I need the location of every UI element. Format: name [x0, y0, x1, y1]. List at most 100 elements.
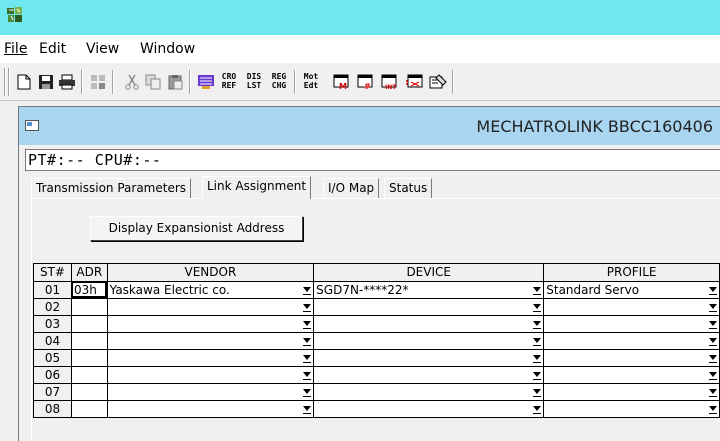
device-select[interactable] [313, 332, 545, 350]
mot-edt-button[interactable]: Mot Edt [300, 72, 322, 92]
table-row: 05 [34, 349, 720, 367]
vendor-select[interactable] [107, 383, 315, 401]
vendor-select[interactable] [107, 332, 315, 350]
menu-edit[interactable]: Edit [39, 41, 66, 57]
toolbar-grip[interactable] [4, 68, 6, 96]
profile-select[interactable] [543, 298, 720, 316]
vendor-select[interactable]: Yaskawa Electric co. [107, 281, 315, 299]
dropdown-arrow-icon[interactable] [709, 371, 717, 380]
tab-status[interactable]: Status [384, 178, 433, 198]
menu-window[interactable]: Window [140, 41, 195, 57]
dropdown-arrow-icon[interactable] [709, 354, 717, 363]
tab-io-map[interactable]: I/O Map [323, 178, 380, 198]
address-cell[interactable]: 03h [71, 281, 108, 299]
dropdown-arrow-icon[interactable] [303, 320, 312, 329]
menu-view[interactable]: View [86, 41, 119, 57]
dropdown-arrow-icon[interactable] [533, 286, 542, 295]
dis-lst-button[interactable]: DIS LST [243, 72, 265, 92]
dropdown-arrow-icon[interactable] [533, 405, 542, 414]
vendor-select[interactable] [107, 366, 315, 384]
status-line: PT#:-- CPU#:-- [25, 149, 720, 171]
dropdown-arrow-icon[interactable] [303, 405, 312, 414]
station-number-cell: 01 [34, 281, 72, 299]
layout-icon[interactable] [88, 72, 108, 92]
address-cell[interactable] [71, 400, 108, 418]
address-cell[interactable] [71, 332, 108, 350]
table-row: 04 [34, 332, 720, 350]
dropdown-arrow-icon[interactable] [303, 371, 312, 380]
display-expansionist-address-button[interactable]: Display Expansionist Address [90, 216, 303, 241]
table-row: 01 03h Yaskawa Electric co. SGD7N-****22* St… [34, 281, 720, 299]
device-select[interactable]: SGD7N-****22* [313, 281, 545, 299]
dropdown-arrow-icon[interactable] [533, 320, 542, 329]
dropdown-arrow-icon[interactable] [709, 405, 717, 414]
device-select[interactable] [313, 383, 545, 401]
dropdown-arrow-icon[interactable] [303, 337, 312, 346]
address-cell[interactable] [71, 349, 108, 367]
address-cell[interactable] [71, 366, 108, 384]
table-row: 02 [34, 298, 720, 316]
profile-select[interactable] [543, 349, 720, 367]
dropdown-arrow-icon[interactable] [533, 337, 542, 346]
station-number-cell: 03 [34, 315, 72, 333]
new-file-icon[interactable] [14, 72, 34, 92]
vendor-select[interactable] [107, 298, 315, 316]
copy-icon[interactable] [143, 72, 163, 92]
window-icon[interactable] [25, 120, 39, 131]
tool-window-m-icon[interactable]: M [332, 72, 352, 92]
tab-link-assignment[interactable]: Link Assignment [202, 176, 312, 199]
profile-select[interactable]: Standard Servo [543, 281, 720, 299]
device-select[interactable] [313, 298, 545, 316]
toolbar: CRO REF DIS LST REG CHG Mot Edt M # INT [0, 63, 720, 101]
cro-ref-button[interactable]: CRO REF [218, 72, 240, 92]
tool-window-int-icon[interactable]: INT [380, 72, 400, 92]
table-row: 03 [34, 315, 720, 333]
print-icon[interactable] [57, 72, 77, 92]
profile-select[interactable] [543, 332, 720, 350]
vendor-select[interactable] [107, 400, 315, 418]
menu-file[interactable]: File [4, 41, 27, 57]
register-list-icon[interactable] [196, 72, 216, 92]
cut-icon[interactable] [122, 72, 142, 92]
device-select[interactable] [313, 400, 545, 418]
dropdown-arrow-icon[interactable] [533, 303, 542, 312]
dropdown-arrow-icon[interactable] [303, 354, 312, 363]
dropdown-arrow-icon[interactable] [303, 303, 312, 312]
station-number-cell: 04 [34, 332, 72, 350]
profile-select-value: Standard Servo [546, 282, 640, 297]
tool-window-hash-icon[interactable]: # [356, 72, 376, 92]
profile-select[interactable] [543, 383, 720, 401]
device-select[interactable] [313, 366, 545, 384]
device-select[interactable] [313, 349, 545, 367]
dropdown-arrow-icon[interactable] [709, 337, 717, 346]
address-cell[interactable] [71, 298, 108, 316]
address-cell[interactable] [71, 383, 108, 401]
dropdown-arrow-icon[interactable] [533, 388, 542, 397]
station-number-cell: 02 [34, 298, 72, 316]
toolbar-separator [189, 70, 191, 94]
vendor-select[interactable] [107, 315, 315, 333]
properties-icon[interactable] [428, 72, 448, 92]
vendor-select[interactable] [107, 349, 315, 367]
dropdown-arrow-icon[interactable] [303, 286, 312, 295]
profile-select[interactable] [543, 315, 720, 333]
header-device: DEVICE [313, 264, 545, 282]
profile-select[interactable] [543, 400, 720, 418]
dropdown-arrow-icon[interactable] [709, 286, 717, 295]
dropdown-arrow-icon[interactable] [709, 303, 717, 312]
save-icon[interactable] [36, 72, 56, 92]
dropdown-arrow-icon[interactable] [709, 320, 717, 329]
tool-window-dots-icon[interactable] [404, 72, 424, 92]
toolbar-separator [294, 70, 296, 94]
profile-select[interactable] [543, 366, 720, 384]
reg-chg-button[interactable]: REG CHG [268, 72, 290, 92]
dropdown-arrow-icon[interactable] [303, 388, 312, 397]
device-select[interactable] [313, 315, 545, 333]
address-cell[interactable] [71, 315, 108, 333]
dropdown-arrow-icon[interactable] [709, 388, 717, 397]
paste-icon[interactable] [165, 72, 185, 92]
toolbar-grip-2[interactable] [8, 68, 10, 96]
dropdown-arrow-icon[interactable] [533, 354, 542, 363]
dropdown-arrow-icon[interactable] [533, 371, 542, 380]
tab-transmission-parameters[interactable]: Transmission Parameters [31, 178, 192, 198]
